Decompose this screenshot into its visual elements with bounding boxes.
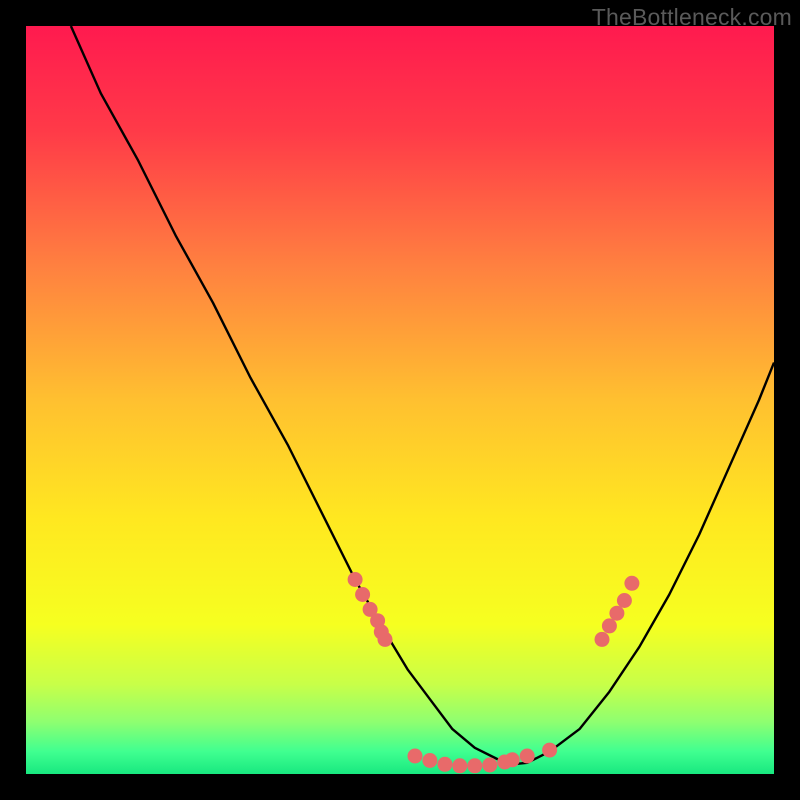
marker-dot — [422, 753, 437, 768]
marker-dot — [482, 758, 497, 773]
marker-dot — [542, 743, 557, 758]
marker-dot — [505, 752, 520, 767]
curve-path — [71, 26, 774, 764]
chart-overlay — [0, 0, 800, 800]
marker-dot — [617, 593, 632, 608]
marker-dot — [408, 749, 423, 764]
marker-dot — [452, 758, 467, 773]
marker-dot — [520, 749, 535, 764]
marker-dot — [355, 587, 370, 602]
marker-dot — [437, 757, 452, 772]
marker-dot — [609, 606, 624, 621]
chart-container: TheBottleneck.com — [0, 0, 800, 800]
marker-dot — [624, 576, 639, 591]
bottleneck-curve — [71, 26, 774, 764]
highlight-markers — [348, 572, 640, 773]
marker-dot — [467, 758, 482, 773]
marker-dot — [602, 618, 617, 633]
marker-dot — [595, 632, 610, 647]
marker-dot — [378, 632, 393, 647]
marker-dot — [348, 572, 363, 587]
